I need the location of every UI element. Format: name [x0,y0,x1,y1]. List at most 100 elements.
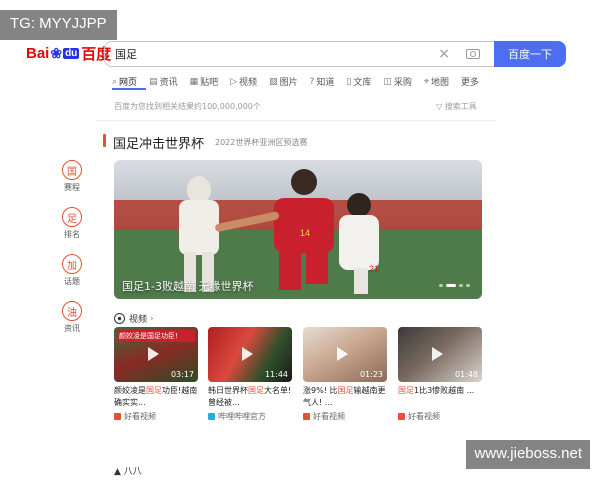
carousel-dot[interactable] [459,284,463,287]
watermark-top: TG: MYYJJPP [0,10,117,40]
hero-banner[interactable]: 14 21 国足1-3败越南 无缘世界杯 [114,160,482,299]
carousel-dot[interactable] [466,284,470,287]
tab-zhidao[interactable]: ? 知道 [309,75,335,89]
image-icon: ▨ [269,76,278,87]
side-nav-topics[interactable]: 加 话题 [56,254,88,287]
video-icon: ▷ [230,76,238,87]
video-thumbnail[interactable]: 01:48 [398,327,482,382]
thumbnail-overlay-text: 颜姣凌是国足功臣! [117,330,195,342]
title-highlight: 国足 [337,386,354,395]
video-title[interactable]: 国足1比3惨败越南 ... [398,385,482,409]
question-icon: ? [309,76,315,87]
jersey-number-2: 21 [369,264,379,274]
title-highlight: 国足 [248,386,264,395]
card-title[interactable]: 国足冲击世界杯 [113,133,204,152]
jersey-number: 14 [300,228,310,238]
video-section-header[interactable]: 视频 › [114,312,154,325]
cart-icon: ◫ [383,76,392,87]
title-highlight: 国足 [398,386,414,395]
tab-wenku[interactable]: ▯ 文库 [346,75,372,89]
search-input[interactable]: 国足 × [104,41,494,67]
tab-video[interactable]: ▷ 视频 [230,75,258,89]
side-nav-badge: 油 [62,301,82,321]
search-tools-button[interactable]: ▽ 搜索工具 [436,101,477,112]
search-icon: ⌕ [112,76,118,87]
document-icon: ▯ [346,76,352,87]
play-icon [303,413,310,420]
video-duration: 01:48 [454,370,478,379]
video-duration: 11:44 [264,370,288,379]
tab-images[interactable]: ▨ 图片 [269,75,298,89]
video-duration: 03:17 [170,370,194,379]
tieba-icon: ▦ [189,76,199,87]
tab-web[interactable]: ⌕ 网页 [112,75,138,89]
video-title[interactable]: 韩日世界杯国足大名单! 曾经被... [208,385,292,409]
card-subtitle: 2022世界杯亚洲区预选赛 [215,138,308,147]
video-card[interactable]: 01:48 国足1比3惨败越南 ... 好看视频 [398,327,482,422]
active-tab-indicator [112,88,146,90]
tab-map[interactable]: ⌖ 地图 [424,75,449,89]
carousel-dot[interactable] [439,284,443,287]
title-part: 1比3惨败越南 ... [414,386,475,395]
video-source: 好看视频 [114,411,198,422]
search-button[interactable]: 百度一下 [494,41,566,67]
tab-tieba[interactable]: ▦ 贴吧 [189,75,219,89]
chevron-right-icon: › [150,313,154,324]
source-name: 好看视频 [313,412,345,421]
play-icon [398,413,405,420]
tab-label: 资讯 [159,78,178,88]
side-nav-label: 资讯 [64,324,80,333]
tab-label: 知道 [316,78,335,88]
video-card[interactable]: 01:23 涨9%! 比国足输越南更气人! ... 好看视频 [303,327,387,422]
carousel-dots[interactable] [439,284,470,287]
video-card[interactable]: 颜姣凌是国足功臣! 03:17 颜姣凌是国足功臣!越南确实实... 好看视频 [114,327,198,422]
carousel-dot-active[interactable] [446,284,456,287]
source-name: 好看视频 [124,412,156,421]
logo-du: du [63,48,80,59]
tab-label: 网页 [119,78,138,88]
title-part: 韩日世界杯 [208,386,248,395]
side-nav-badge: 国 [62,160,82,180]
baidu-logo[interactable]: Bai ❀ du 百度 [26,43,111,64]
source-name: 哔哩哔哩官方 [218,412,266,421]
result-count: 百度为您找到相关结果约100,000,000个 [114,102,261,111]
tab-purchase[interactable]: ◫ 采购 [383,75,412,89]
camera-icon[interactable] [466,49,480,59]
tab-more[interactable]: 更多 [461,75,479,88]
title-part: 涨9%! 比 [303,386,338,395]
clear-icon[interactable]: × [438,46,450,62]
news-icon: ▤ [149,76,158,87]
side-nav-badge: 足 [62,207,82,227]
video-thumbnail[interactable]: 11:44 [208,327,292,382]
video-duration: 01:23 [359,370,383,379]
tab-label: 地图 [430,78,449,88]
tab-label: 更多 [460,78,479,88]
tab-label: 视频 [239,78,258,88]
bilibili-icon [208,413,215,420]
video-title[interactable]: 涨9%! 比国足输越南更气人! ... [303,385,387,409]
side-nav-schedule[interactable]: 国 赛程 [56,160,88,193]
side-nav-label: 排名 [64,230,80,239]
logo-text-left: Bai [26,45,50,62]
title-part: 颜姣凌是 [114,386,146,395]
title-highlight: 国足 [146,386,162,395]
tab-news[interactable]: ▤ 资讯 [149,75,178,89]
tab-label: 图片 [279,78,298,88]
play-icon [432,347,443,361]
video-thumbnail[interactable]: 01:23 [303,327,387,382]
play-icon [337,347,348,361]
card-accent-bar [103,134,106,147]
watermark-bottom: www.jieboss.net [466,440,590,469]
side-nav-label: 话题 [64,277,80,286]
paw-icon: ❀ [50,45,63,61]
tab-label: 文库 [353,78,372,88]
video-source: 好看视频 [303,411,387,422]
video-title[interactable]: 颜姣凌是国足功臣!越南确实实... [114,385,198,409]
video-card[interactable]: 11:44 韩日世界杯国足大名单! 曾经被... 哔哩哔哩官方 [208,327,292,422]
search-query[interactable]: 国足 [115,46,438,62]
side-nav-ranking[interactable]: 足 排名 [56,207,88,240]
banner-caption: 国足1-3败越南 无缘世界杯 [122,280,254,293]
side-nav-news[interactable]: 油 资讯 [56,301,88,334]
video-thumbnail[interactable]: 颜姣凌是国足功臣! 03:17 [114,327,198,382]
divider [96,120,496,121]
